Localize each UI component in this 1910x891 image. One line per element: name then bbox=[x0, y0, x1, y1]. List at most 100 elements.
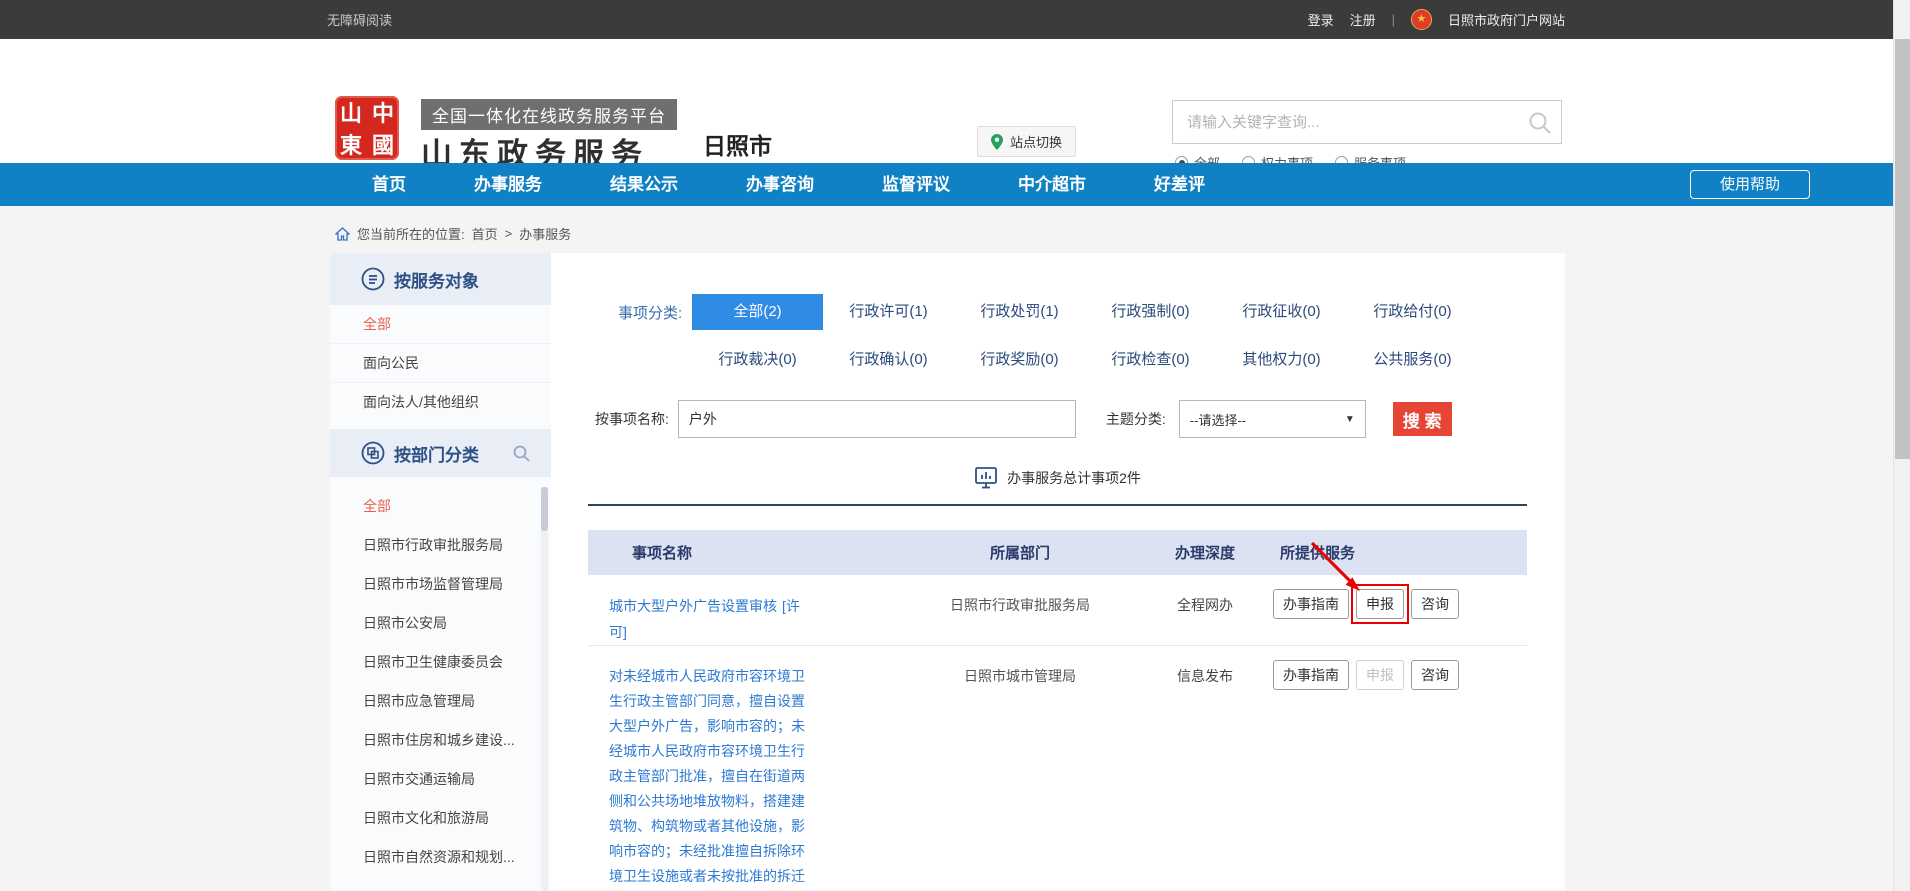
tab-all[interactable]: 全部(2) bbox=[692, 294, 823, 330]
search-button[interactable]: 搜 索 bbox=[1393, 402, 1452, 436]
nav-item-intermediary[interactable]: 中介超市 bbox=[1018, 163, 1086, 206]
topic-select[interactable]: --请选择-- ▼ bbox=[1179, 400, 1366, 438]
sidebar-dept-item[interactable]: 日照市卫生健康委员会 bbox=[330, 643, 551, 682]
table-header-row: 事项名称 所属部门 办理深度 所提供服务 bbox=[588, 530, 1527, 575]
tab-gonggong-fuwu[interactable]: 公共服务(0) bbox=[1347, 346, 1478, 374]
guide-button[interactable]: 办事指南 bbox=[1273, 660, 1349, 690]
category-tabs-row2: 行政裁决(0) 行政确认(0) 行政奖励(0) 行政检查(0) 其他权力(0) … bbox=[588, 346, 1527, 374]
summary-row: 办事服务总计事项2件 bbox=[588, 464, 1527, 492]
tab-xingzheng-queren[interactable]: 行政确认(0) bbox=[823, 346, 954, 374]
tab-qita-quanli[interactable]: 其他权力(0) bbox=[1216, 346, 1347, 374]
tab-xingzheng-jiangli[interactable]: 行政奖励(0) bbox=[954, 346, 1085, 374]
depth-cell: 信息发布 bbox=[1140, 646, 1270, 891]
table-top-divider bbox=[588, 504, 1527, 506]
stats-monitor-icon bbox=[974, 466, 998, 490]
apply-button[interactable]: 申报 bbox=[1356, 589, 1404, 619]
column-header-depth: 办理深度 bbox=[1140, 542, 1270, 563]
caret-down-icon: ▼ bbox=[1345, 414, 1355, 425]
breadcrumb-home[interactable]: 首页 bbox=[472, 224, 498, 243]
breadcrumb-separator: > bbox=[505, 226, 513, 241]
tab-xingzheng-qiangzhi[interactable]: 行政强制(0) bbox=[1085, 294, 1216, 330]
seal-char: 東 bbox=[335, 128, 367, 160]
guide-button[interactable]: 办事指南 bbox=[1273, 589, 1349, 619]
sidebar-dept-item[interactable]: 日照市文化和旅游局 bbox=[330, 799, 551, 838]
summary-text: 办事服务总计事项2件 bbox=[1007, 468, 1141, 488]
department-cell: 日照市行政审批服务局 bbox=[900, 575, 1140, 645]
breadcrumb: 您当前所在的位置: 首页 > 办事服务 bbox=[335, 224, 571, 243]
page-scrollbar-thumb[interactable] bbox=[1895, 39, 1910, 459]
site-switch-button[interactable]: 站点切换 bbox=[977, 126, 1076, 157]
help-button[interactable]: 使用帮助 bbox=[1690, 170, 1810, 199]
nav-item-services[interactable]: 办事服务 bbox=[474, 163, 542, 206]
breadcrumb-prefix: 您当前所在的位置: bbox=[357, 224, 465, 243]
nav-item-rating[interactable]: 好差评 bbox=[1154, 163, 1205, 206]
breadcrumb-current: 办事服务 bbox=[519, 224, 571, 243]
sidebar-dept-item[interactable]: 日照市自然资源和规划... bbox=[330, 838, 551, 877]
category-label: 事项分类: bbox=[618, 302, 692, 323]
item-search-row: 按事项名称: 主题分类: --请选择-- ▼ 搜 索 bbox=[588, 400, 1527, 438]
sidebar: 按服务对象 全部 面向公民 面向法人/其他组织 按部门分类 bbox=[330, 253, 551, 891]
city-portal-link[interactable]: 日照市政府门户网站 bbox=[1448, 10, 1565, 29]
sidebar-scrollbar[interactable] bbox=[541, 487, 548, 891]
table-row: 对未经城市人民政府市容环境卫生行政主管部门同意，擅自设置大型户外广告，影响市容的… bbox=[588, 645, 1527, 891]
column-header-department: 所属部门 bbox=[900, 542, 1140, 563]
name-filter-label: 按事项名称: bbox=[595, 409, 669, 429]
login-link[interactable]: 登录 bbox=[1308, 10, 1334, 29]
sidebar-dept-item[interactable]: 日照市应急管理局 bbox=[330, 682, 551, 721]
nav-item-supervision[interactable]: 监督评议 bbox=[882, 163, 950, 206]
sidebar-dept-item[interactable]: 日照市住房和城乡建设... bbox=[330, 721, 551, 760]
department-list: 全部 日照市行政审批服务局 日照市市场监督管理局 日照市公安局 日照市卫生健康委… bbox=[330, 477, 551, 877]
consult-button[interactable]: 咨询 bbox=[1411, 589, 1459, 619]
sidebar-item-citizen[interactable]: 面向公民 bbox=[330, 344, 551, 383]
accessibility-link[interactable]: 无障碍阅读 bbox=[327, 10, 392, 29]
department-circle-icon bbox=[361, 441, 385, 465]
search-icon[interactable] bbox=[1527, 110, 1553, 136]
main-content: 事项分类: 全部(2) 行政许可(1) 行政处罚(1) 行政强制(0) 行政征收… bbox=[588, 253, 1527, 891]
sidebar-dept-all[interactable]: 全部 bbox=[330, 487, 551, 526]
department-search-icon[interactable] bbox=[512, 444, 531, 463]
nav-item-home[interactable]: 首页 bbox=[372, 163, 406, 206]
item-link[interactable]: 城市大型户外广告设置审核[许可] bbox=[609, 593, 815, 645]
tab-xingzheng-jiancha[interactable]: 行政检查(0) bbox=[1085, 346, 1216, 374]
keyword-search-box bbox=[1172, 100, 1562, 144]
platform-banner: 全国一体化在线政务服务平台 bbox=[421, 99, 677, 130]
topbar-divider: | bbox=[1392, 12, 1395, 27]
topic-select-value: --请选择-- bbox=[1190, 410, 1246, 429]
sidebar-item-all-objects[interactable]: 全部 bbox=[330, 305, 551, 344]
main-nav: 首页 办事服务 结果公示 办事咨询 监督评议 中介超市 好差评 bbox=[0, 163, 1893, 206]
home-icon bbox=[335, 227, 350, 241]
sidebar-dept-item[interactable]: 日照市行政审批服务局 bbox=[330, 526, 551, 565]
item-name-input[interactable] bbox=[678, 400, 1076, 438]
column-header-item-name: 事项名称 bbox=[588, 542, 900, 563]
page-scrollbar[interactable] bbox=[1893, 0, 1910, 891]
keyword-search-input[interactable] bbox=[1173, 101, 1561, 143]
results-table: 事项名称 所属部门 办理深度 所提供服务 城市大型户外广告设置审核[许可] 日照… bbox=[588, 530, 1527, 891]
tab-xingzheng-zhengshou[interactable]: 行政征收(0) bbox=[1216, 294, 1347, 330]
top-utility-bar: 无障碍阅读 登录 注册 | ★ 日照市政府门户网站 bbox=[0, 0, 1893, 39]
item-title[interactable]: 城市大型户外广告设置审核 bbox=[609, 598, 777, 614]
consult-button[interactable]: 咨询 bbox=[1411, 660, 1459, 690]
seal-char: 山 bbox=[335, 96, 367, 128]
national-emblem-icon: ★ bbox=[1411, 9, 1432, 30]
topic-filter-label: 主题分类: bbox=[1106, 409, 1166, 429]
service-object-section-header: 按服务对象 bbox=[330, 253, 551, 305]
service-object-list: 全部 面向公民 面向法人/其他组织 bbox=[330, 305, 551, 422]
sidebar-scrollbar-thumb[interactable] bbox=[541, 487, 548, 531]
tab-xingzheng-chufa[interactable]: 行政处罚(1) bbox=[954, 294, 1085, 330]
tab-xingzheng-caijue[interactable]: 行政裁决(0) bbox=[692, 346, 823, 374]
sidebar-item-legal-person[interactable]: 面向法人/其他组织 bbox=[330, 383, 551, 422]
seal-char: 國 bbox=[367, 128, 399, 160]
register-link[interactable]: 注册 bbox=[1350, 10, 1376, 29]
tab-xingzheng-jifu[interactable]: 行政给付(0) bbox=[1347, 294, 1478, 330]
list-circle-icon bbox=[361, 267, 385, 291]
tab-xingzheng-xuke[interactable]: 行政许可(1) bbox=[823, 294, 954, 330]
city-name: 日照市 bbox=[703, 127, 772, 161]
seal-char: 中 bbox=[367, 96, 399, 128]
sidebar-dept-item[interactable]: 日照市公安局 bbox=[330, 604, 551, 643]
item-link[interactable]: 对未经城市人民政府市容环境卫生行政主管部门同意，擅自设置大型户外广告，影响市容的… bbox=[609, 664, 813, 891]
sidebar-dept-item[interactable]: 日照市交通运输局 bbox=[330, 760, 551, 799]
location-pin-icon bbox=[991, 134, 1003, 150]
nav-item-consult[interactable]: 办事咨询 bbox=[746, 163, 814, 206]
sidebar-dept-item[interactable]: 日照市市场监督管理局 bbox=[330, 565, 551, 604]
nav-item-results[interactable]: 结果公示 bbox=[610, 163, 678, 206]
